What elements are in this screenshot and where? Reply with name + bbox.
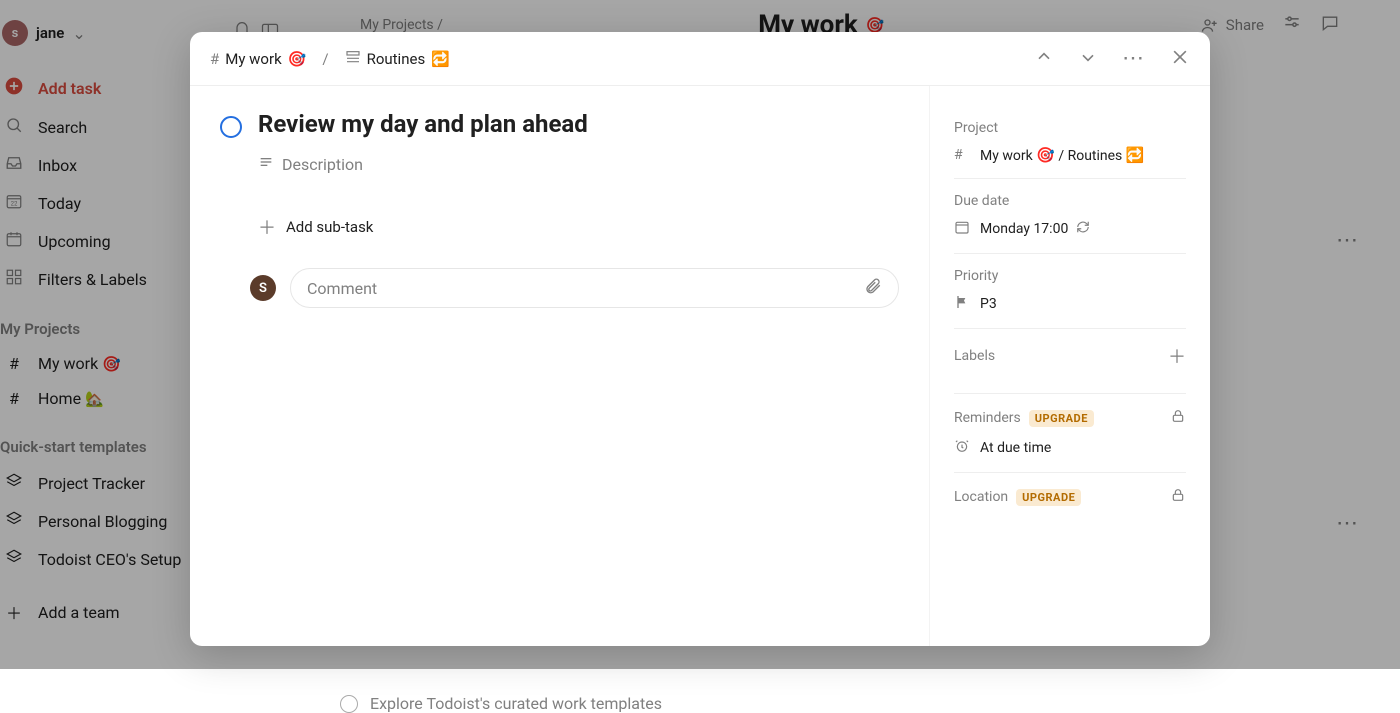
description-icon bbox=[258, 154, 274, 174]
close-button[interactable] bbox=[1170, 47, 1190, 71]
attachment-icon[interactable] bbox=[864, 277, 882, 299]
side-project[interactable]: Project # My work 🎯 / Routines 🔁 bbox=[954, 106, 1186, 179]
prev-task-button[interactable] bbox=[1034, 47, 1054, 71]
add-label-icon[interactable]: ＋ bbox=[1168, 343, 1186, 369]
complete-checkbox[interactable] bbox=[220, 116, 242, 138]
plus-icon: ＋ bbox=[258, 214, 276, 240]
side-labels[interactable]: Labels ＋ bbox=[954, 329, 1186, 394]
modal-header: # My work 🎯 / Routines 🔁 ⋯ bbox=[190, 32, 1210, 86]
side-label: Project bbox=[954, 120, 1186, 136]
lock-icon bbox=[1170, 487, 1186, 507]
crumb-project[interactable]: # My work 🎯 bbox=[210, 50, 306, 68]
reminder-value: At due time bbox=[980, 440, 1051, 456]
hash-icon: # bbox=[954, 147, 972, 163]
crumb-section[interactable]: Routines 🔁 bbox=[345, 49, 450, 69]
recurring-icon bbox=[1076, 220, 1090, 238]
description-field[interactable]: Description bbox=[258, 154, 899, 174]
modal-main: Review my day and plan ahead Description… bbox=[190, 86, 930, 646]
alarm-icon bbox=[954, 438, 972, 458]
task-title[interactable]: Review my day and plan ahead bbox=[258, 110, 588, 138]
calendar-icon bbox=[954, 219, 972, 239]
modal-sidebar: Project # My work 🎯 / Routines 🔁 Due dat… bbox=[930, 86, 1210, 646]
due-date-value: Monday 17:00 bbox=[980, 221, 1068, 237]
side-project-value: My work 🎯 / Routines 🔁 bbox=[980, 146, 1144, 164]
side-location[interactable]: Location UPGRADE bbox=[954, 473, 1186, 531]
upgrade-badge: UPGRADE bbox=[1016, 489, 1081, 506]
side-label-text: Labels bbox=[954, 348, 995, 364]
avatar: S bbox=[250, 275, 276, 301]
add-subtask-label: Add sub-task bbox=[286, 218, 373, 236]
more-options-button[interactable]: ⋯ bbox=[1122, 46, 1146, 71]
next-task-button[interactable] bbox=[1078, 47, 1098, 71]
comment-input[interactable]: Comment bbox=[290, 268, 899, 308]
background-task-label: Explore Todoist's curated work templates bbox=[370, 694, 662, 713]
comment-placeholder: Comment bbox=[307, 279, 377, 298]
section-icon bbox=[345, 49, 361, 69]
hash-icon: # bbox=[210, 50, 219, 68]
side-reminders[interactable]: Reminders UPGRADE At due time bbox=[954, 394, 1186, 473]
crumb-sep: / bbox=[322, 50, 328, 68]
background-task-row[interactable]: Explore Todoist's curated work templates bbox=[340, 694, 1360, 713]
side-label-text: Reminders bbox=[954, 410, 1021, 426]
flag-icon bbox=[954, 294, 972, 314]
side-label-text: Location bbox=[954, 489, 1008, 505]
lock-icon bbox=[1170, 408, 1186, 428]
side-due-date[interactable]: Due date Monday 17:00 bbox=[954, 179, 1186, 254]
modal-overlay[interactable]: # My work 🎯 / Routines 🔁 ⋯ bbox=[0, 0, 1400, 669]
side-priority[interactable]: Priority P3 bbox=[954, 254, 1186, 329]
side-label: Priority bbox=[954, 268, 1186, 284]
upgrade-badge: UPGRADE bbox=[1029, 410, 1094, 427]
add-subtask-button[interactable]: ＋ Add sub-task bbox=[258, 214, 899, 240]
side-label: Due date bbox=[954, 193, 1186, 209]
priority-value: P3 bbox=[980, 296, 997, 312]
task-modal: # My work 🎯 / Routines 🔁 ⋯ bbox=[190, 32, 1210, 646]
description-placeholder: Description bbox=[282, 155, 363, 174]
